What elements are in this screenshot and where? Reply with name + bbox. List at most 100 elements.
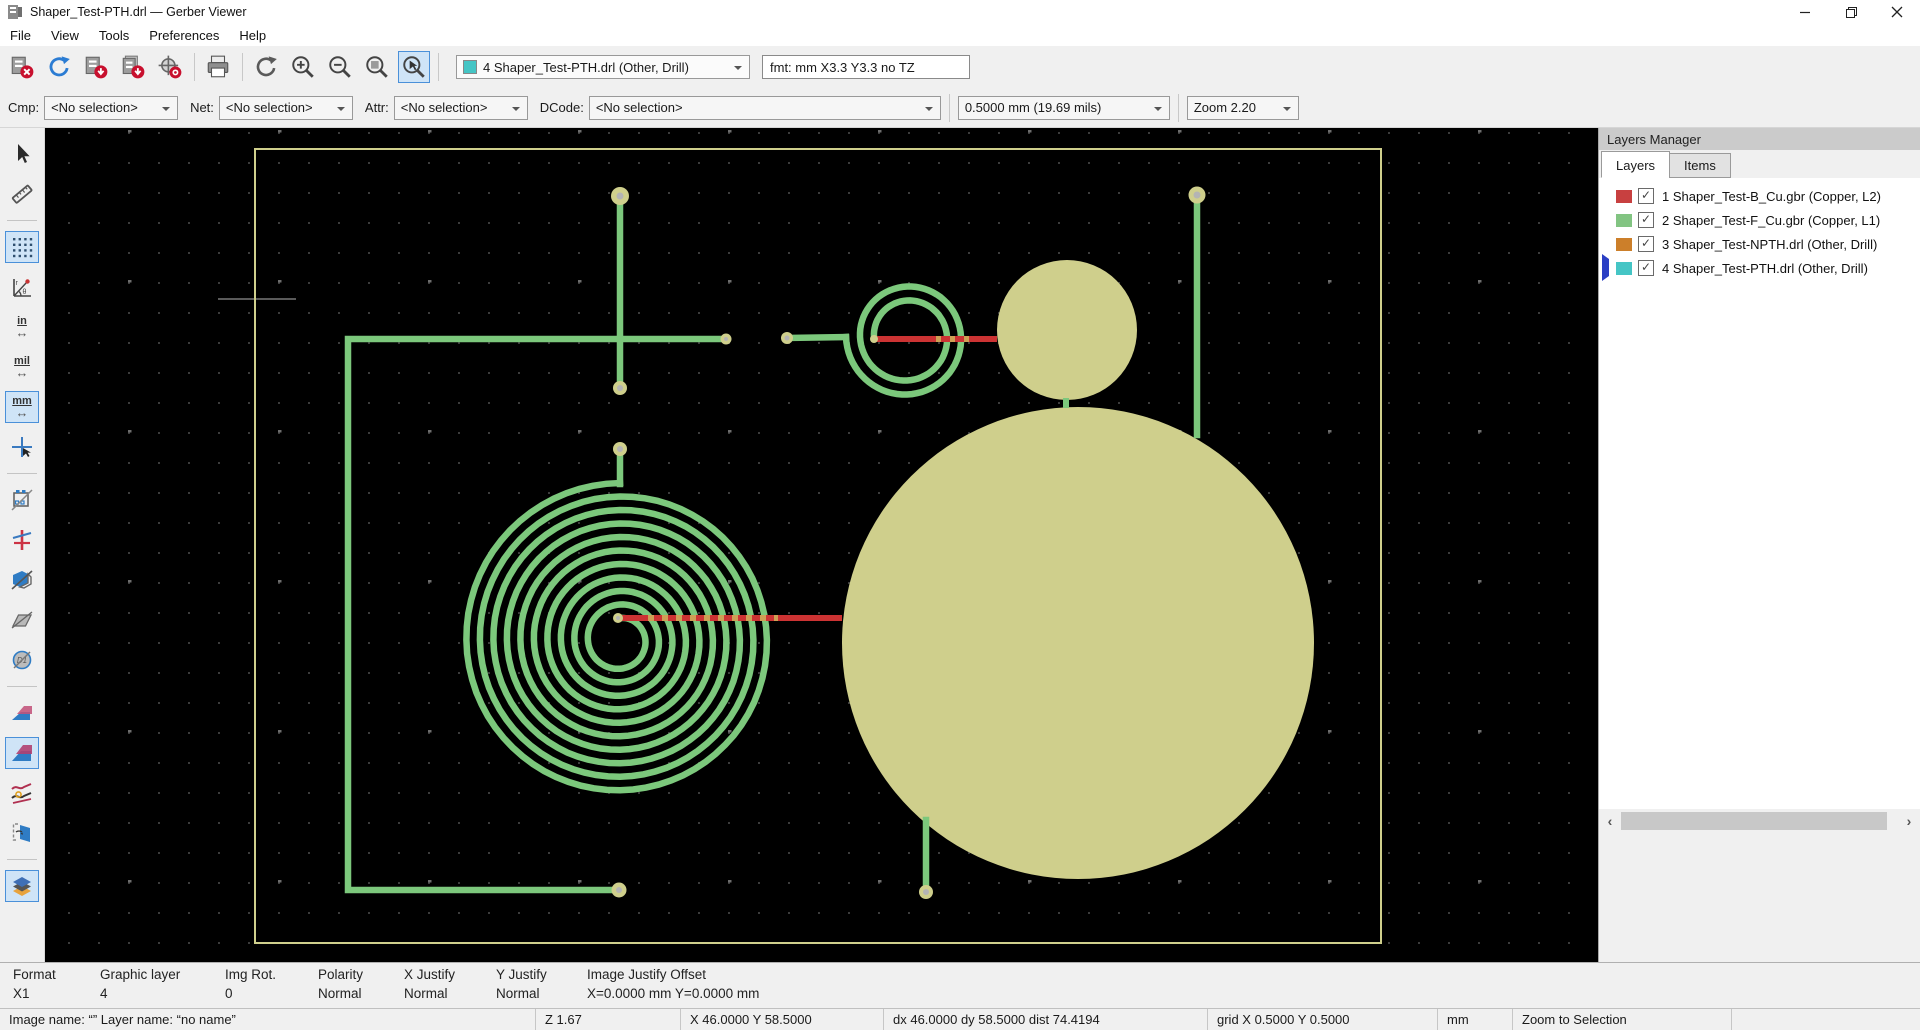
menu-preferences[interactable]: Preferences	[139, 26, 229, 45]
units-inches-button[interactable]: in ↔	[5, 311, 39, 343]
polar-coordinates-button[interactable]: r θ	[5, 271, 39, 303]
cmp-select[interactable]: <No selection>	[44, 96, 178, 120]
zoom-level-select[interactable]: Zoom 2.20	[1187, 96, 1299, 120]
menu-file[interactable]: File	[0, 26, 41, 45]
prop-img-rot: Img Rot. 0	[225, 967, 276, 1001]
scrollbar-thumb[interactable]	[1621, 812, 1887, 830]
show-dcodes-button[interactable]: D1	[5, 644, 39, 676]
zoom-fit-icon	[364, 54, 390, 80]
units-mils-button[interactable]: mil ↔	[5, 351, 39, 383]
print-button[interactable]	[202, 51, 234, 83]
crossed-traces-icon	[10, 528, 34, 552]
small-spiral-lead	[787, 337, 846, 338]
format-info-box[interactable]: fmt: mm X3.3 Y3.3 no TZ	[762, 55, 970, 79]
polar-coords-icon: r θ	[10, 275, 34, 299]
sketch-polygons-button[interactable]	[5, 564, 39, 596]
zoom-in-button[interactable]	[287, 51, 319, 83]
zoom-to-fit-button[interactable]	[361, 51, 393, 83]
layer-label: 2 Shaper_Test-F_Cu.gbr (Copper, L1)	[1662, 213, 1880, 228]
width-arrow-icon: ↔	[16, 327, 29, 338]
layer-row-1[interactable]: ✓ 1 Shaper_Test-B_Cu.gbr (Copper, L2)	[1599, 184, 1920, 208]
attr-select[interactable]: <No selection>	[394, 96, 528, 120]
units-millimeters-button[interactable]: mm ↔	[5, 391, 39, 423]
zoom-level-value: Zoom 2.20	[1194, 100, 1256, 115]
layer-visibility-checkbox[interactable]: ✓	[1638, 260, 1654, 276]
sketch-outlines-button[interactable]	[5, 604, 39, 636]
grid-dots-major	[45, 128, 1598, 962]
diff-mode-button[interactable]	[5, 737, 39, 769]
net-select-value: <No selection>	[226, 100, 313, 115]
layer-color-swatch	[1616, 238, 1632, 251]
status-current-action: Zoom to Selection	[1512, 1009, 1731, 1030]
close-button[interactable]	[1874, 0, 1920, 24]
attr-label: Attr:	[365, 100, 389, 115]
layer-visibility-checkbox[interactable]: ✓	[1638, 188, 1654, 204]
menu-bar: File View Tools Preferences Help	[0, 24, 1920, 46]
ghost-mode-button[interactable]	[5, 697, 39, 729]
menu-tools[interactable]: Tools	[89, 26, 139, 45]
full-crosshair-cursor-button[interactable]	[5, 431, 39, 463]
scroll-right-arrow[interactable]: ›	[1898, 813, 1920, 829]
open-job-file-button[interactable]	[154, 51, 186, 83]
cursor-icon	[10, 142, 34, 166]
layer-visibility-checkbox[interactable]: ✓	[1638, 212, 1654, 228]
gerber-canvas[interactable]	[45, 128, 1598, 962]
active-layer-select[interactable]: 4 Shaper_Test-PTH.drl (Other, Drill)	[456, 55, 750, 79]
zoom-selection-icon	[401, 54, 427, 80]
width-arrow-icon: ↔	[16, 407, 29, 418]
open-drill-icon	[120, 54, 146, 80]
polygon-sketch-icon	[10, 568, 34, 592]
layer-color-swatch	[1616, 262, 1632, 275]
toolbar-separator	[949, 94, 950, 122]
high-contrast-mode-button[interactable]	[5, 777, 39, 809]
left-toolbar: r θ in ↔ mil ↔ mm ↔	[0, 128, 45, 962]
measure-tool-button[interactable]	[5, 178, 39, 210]
menu-view[interactable]: View	[41, 26, 89, 45]
restore-icon	[1845, 6, 1858, 19]
clear-all-layers-button[interactable]	[6, 51, 38, 83]
tab-items[interactable]: Items	[1669, 153, 1731, 178]
circle-joint-tick	[1063, 398, 1069, 408]
layer-blend-icon	[10, 701, 34, 725]
layers-horizontal-scrollbar[interactable]: ‹ ›	[1599, 809, 1920, 833]
layer-color-swatch	[1616, 214, 1632, 227]
layers-manager-toggle-button[interactable]	[5, 870, 39, 902]
layer-row-2[interactable]: ✓ 2 Shaper_Test-F_Cu.gbr (Copper, L1)	[1599, 208, 1920, 232]
flip-view-button[interactable]	[5, 817, 39, 849]
sketch-lines-mode-button[interactable]	[5, 524, 39, 556]
tab-layers[interactable]: Layers	[1601, 151, 1670, 178]
zoom-out-button[interactable]	[324, 51, 356, 83]
layer-color-swatch	[1616, 190, 1632, 203]
prop-image-justify-offset: Image Justify Offset X=0.0000 mm Y=0.000…	[587, 967, 759, 1001]
maximize-button[interactable]	[1828, 0, 1874, 24]
crosshair-cursor-icon	[10, 435, 34, 459]
open-gerber-files-button[interactable]	[80, 51, 112, 83]
layer-visibility-checkbox[interactable]: ✓	[1638, 236, 1654, 252]
zoom-to-selection-button[interactable]	[398, 51, 430, 83]
scroll-left-arrow[interactable]: ‹	[1599, 813, 1621, 829]
status-cursor-position: X 46.0000 Y 58.5000	[680, 1009, 883, 1030]
medium-flash-circle	[997, 260, 1137, 400]
show-grid-button[interactable]	[5, 231, 39, 263]
dcode-select[interactable]: <No selection>	[589, 96, 941, 120]
layer-label: 4 Shaper_Test-PTH.drl (Other, Drill)	[1662, 261, 1868, 276]
layer-row-3[interactable]: ✓ 3 Shaper_Test-NPTH.drl (Other, Drill)	[1599, 232, 1920, 256]
filter-toolbar: Cmp: <No selection> Net: <No selection> …	[0, 88, 1920, 128]
reload-icon	[46, 54, 72, 80]
select-tool-button[interactable]	[5, 138, 39, 170]
open-drill-files-button[interactable]	[117, 51, 149, 83]
grid-size-select[interactable]: 0.5000 mm (19.69 mils)	[958, 96, 1170, 120]
reload-layers-button[interactable]	[43, 51, 75, 83]
menu-help[interactable]: Help	[229, 26, 276, 45]
net-select[interactable]: <No selection>	[219, 96, 353, 120]
layer-row-4-active[interactable]: ✓ 4 Shaper_Test-PTH.drl (Other, Drill)	[1599, 256, 1920, 280]
minimize-button[interactable]	[1782, 0, 1828, 24]
status-grid: grid X 0.5000 Y 0.5000	[1207, 1009, 1437, 1030]
sketch-flashed-items-button[interactable]	[5, 484, 39, 516]
dcode-label: DCode:	[540, 100, 584, 115]
toolbar-separator	[242, 53, 243, 81]
status-units: mm	[1437, 1009, 1512, 1030]
redraw-view-button[interactable]	[250, 51, 282, 83]
cmp-select-value: <No selection>	[51, 100, 138, 115]
curved-traces-icon	[10, 781, 34, 805]
